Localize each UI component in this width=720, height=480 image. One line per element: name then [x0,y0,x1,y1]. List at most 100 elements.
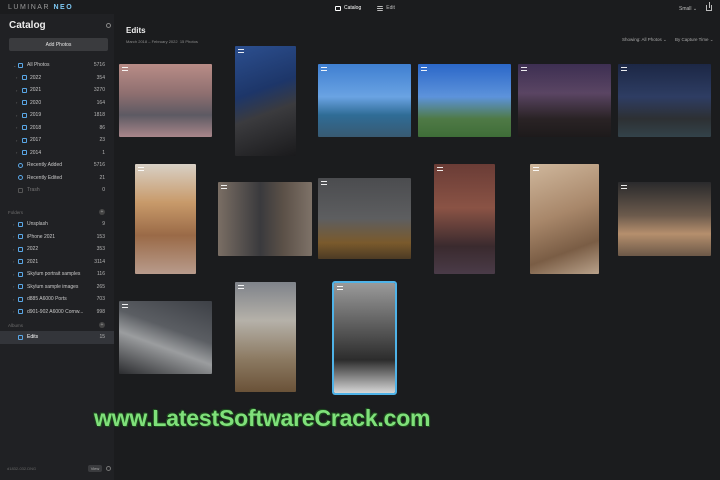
photo-thumbnail[interactable] [235,282,296,392]
share-icon[interactable] [706,2,712,11]
photo-thumbnail[interactable] [235,46,296,156]
edited-badge-icon [337,286,343,290]
add-folder-icon[interactable]: + [99,209,105,215]
edited-badge-icon [221,185,227,189]
folder-icon [18,309,23,315]
chevron-right-icon[interactable]: › [16,138,17,143]
edited-badge-icon [321,67,327,71]
sidebar-item-folder[interactable]: › iPhone 2021 153 [0,231,114,244]
photo-thumbnail[interactable] [618,182,711,256]
folders-header: Folders + [8,209,105,215]
albums-list: Albums + Edits 15 [0,319,114,344]
photo-thumbnail[interactable] [434,164,495,274]
chevron-right-icon[interactable]: › [16,100,17,105]
sidebar-item-year[interactable]: › 2019 1818 [0,109,114,122]
calendar-icon [22,87,27,93]
sidebar-item-trash[interactable]: Trash 0 [0,184,114,197]
edited-badge-icon [421,67,427,71]
sidebar-item-year[interactable]: › 2017 23 [0,134,114,147]
sidebar-item-folder[interactable]: › d901-902 A6000 Cornw... 998 [0,306,114,319]
page-title: Edits [126,26,146,35]
edited-badge-icon [122,304,128,308]
calendar-icon [22,75,27,81]
album-meta: March 2018 – February 2022 15 Photos [126,39,198,44]
sidebar-item-folder[interactable]: › 2022 353 [0,243,114,256]
sidebar-item-folder[interactable]: › Unsplash 9 [0,218,114,231]
chevron-right-icon[interactable]: › [16,150,17,155]
chevron-right-icon[interactable]: › [13,272,14,277]
folder-icon [18,296,23,302]
plus-circle-icon [18,162,23,168]
chevron-right-icon[interactable]: › [13,284,14,289]
sidebar-item-year[interactable]: › 2020 164 [0,97,114,110]
chevron-right-icon[interactable]: › [13,259,14,264]
sidebar-item-folder[interactable]: › d885 A6000 Ports 703 [0,293,114,306]
photo-thumbnail[interactable] [318,64,411,137]
edited-badge-icon [138,167,144,171]
chevron-right-icon[interactable]: › [16,113,17,118]
sidebar-item-folder[interactable]: › 2021 3114 [0,256,114,269]
sidebar-item-all-photos[interactable]: ⌄ All Photos 5716 [0,59,114,72]
chevron-right-icon[interactable]: › [16,88,17,93]
edited-badge-icon [521,67,527,71]
info-icon[interactable] [106,466,111,471]
sidebar-item-recently-added[interactable]: Recently Added 5716 [0,159,114,172]
view-button[interactable]: View [88,465,102,472]
sidebar-item-year[interactable]: › 2018 86 [0,122,114,135]
edit-circle-icon [18,175,23,181]
folder-icon [335,5,341,11]
thumbnail-size-select[interactable]: Small ⌄ [679,6,697,12]
chevron-right-icon[interactable]: › [13,222,14,227]
chevron-right-icon[interactable]: › [13,234,14,239]
filter-dropdown[interactable]: Showing: All Photos ⌄ [622,37,667,43]
photo-thumbnail[interactable] [518,64,611,137]
app-logo: LUMINAR NEO [8,4,74,11]
sliders-icon [377,5,384,11]
sidebar-item-folder[interactable]: › Skylum portrait samples 116 [0,268,114,281]
sidebar-item-year[interactable]: › 2022 354 [0,72,114,85]
edited-badge-icon [238,285,244,289]
sidebar-item-album-edits[interactable]: Edits 15 [0,331,114,344]
search-icon[interactable] [106,23,111,28]
chevron-right-icon[interactable]: › [16,75,17,80]
edited-badge-icon [533,167,539,171]
tab-catalog[interactable]: Catalog [332,4,364,12]
mode-tabs: Catalog Edit [332,4,398,12]
edited-badge-icon [122,67,128,71]
chevron-right-icon[interactable]: › [13,309,14,314]
calendar-icon [22,100,27,106]
sidebar-title: Catalog [9,20,46,31]
chevron-right-icon[interactable]: › [16,125,17,130]
albums-header: Albums + [8,322,105,328]
watermark-text: www.LatestSoftwareCrack.com [94,405,431,431]
sidebar-item-recently-edited[interactable]: Recently Edited 21 [0,172,114,185]
chevron-right-icon[interactable]: › [13,297,14,302]
edited-badge-icon [437,167,443,171]
sidebar-item-year[interactable]: › 2014 1 [0,147,114,160]
catalog-list: ⌄ All Photos 5716 › 2022 354 › 2021 3270… [0,59,114,197]
photo-thumbnail[interactable] [119,301,212,374]
folder-icon [18,284,23,290]
sidebar-item-folder[interactable]: › Skylum sample images 265 [0,281,114,294]
photo-thumbnail[interactable] [135,164,196,274]
folder-icon [18,271,23,277]
chevron-down-icon[interactable]: ⌄ [13,63,16,68]
calendar-icon [22,137,27,143]
photo-thumbnail-selected[interactable] [332,281,397,395]
photo-thumbnail[interactable] [618,64,711,137]
photo-thumbnail[interactable] [530,164,599,274]
sidebar-item-year[interactable]: › 2021 3270 [0,84,114,97]
photo-thumbnail[interactable] [318,178,411,259]
photo-thumbnail[interactable] [418,64,511,137]
folder-icon [18,221,23,227]
add-photos-button[interactable]: Add Photos [9,38,108,51]
tab-edit[interactable]: Edit [374,4,398,12]
folder-icon [18,259,23,265]
chevron-right-icon[interactable]: › [13,247,14,252]
add-album-icon[interactable]: + [99,322,105,328]
album-icon [18,334,23,340]
photo-thumbnail[interactable] [119,64,212,137]
sort-dropdown[interactable]: By Capture Time ⌄ [675,37,714,43]
folders-list: Folders + › Unsplash 9 › iPhone 2021 153… [0,206,114,318]
photo-thumbnail[interactable] [218,182,312,256]
